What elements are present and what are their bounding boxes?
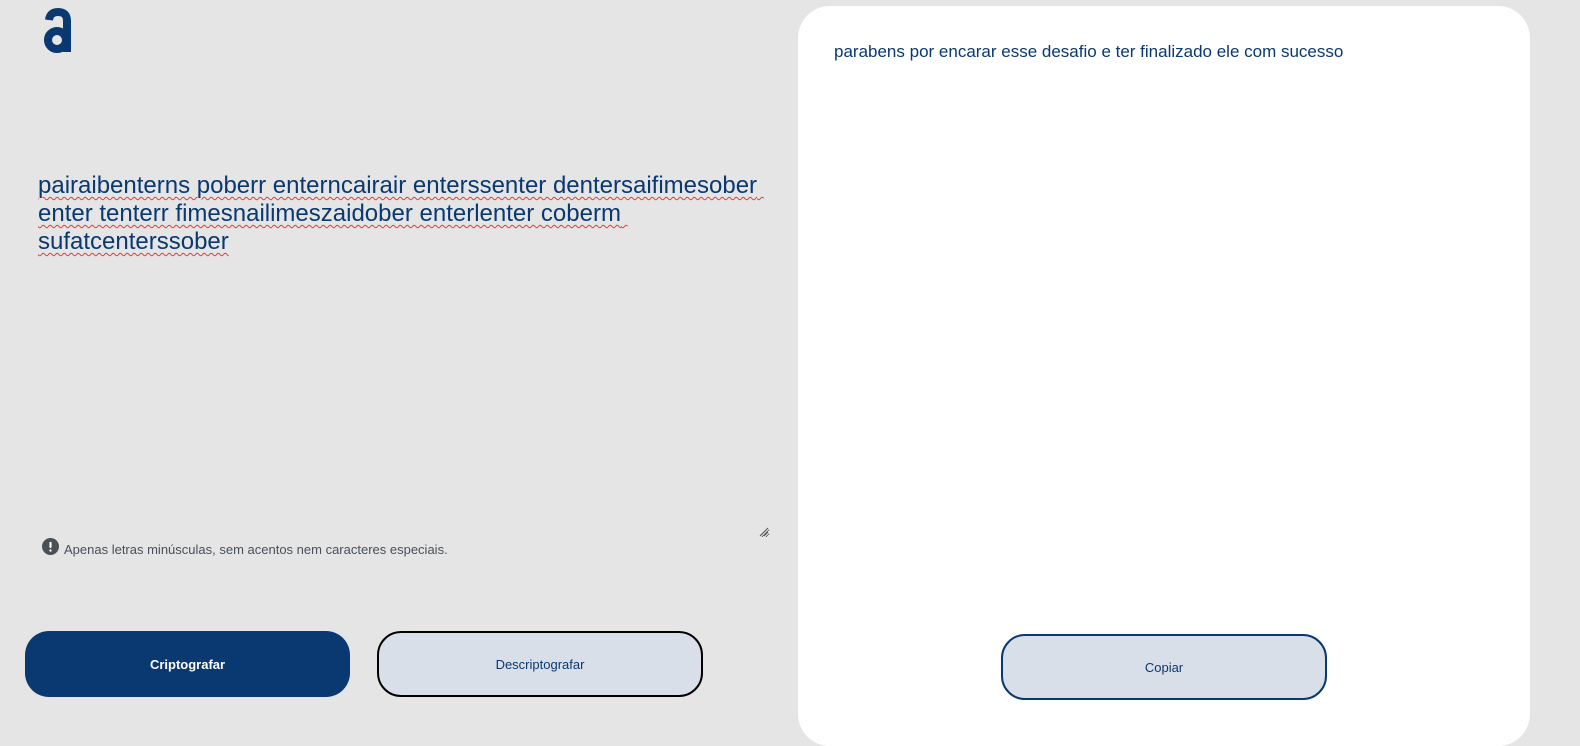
encrypt-button[interactable]: Criptografar xyxy=(25,631,350,697)
notice-text: Apenas letras minúsculas, sem acentos ne… xyxy=(64,542,448,557)
exclamation-circle-icon xyxy=(42,538,59,555)
copy-button[interactable]: Copiar xyxy=(1001,634,1327,700)
resize-handle-icon[interactable] xyxy=(759,527,769,537)
text-input[interactable] xyxy=(28,168,770,538)
input-notice: Apenas letras minúsculas, sem acentos ne… xyxy=(42,538,448,557)
alura-logo-icon xyxy=(44,7,71,53)
decrypt-button[interactable]: Descriptografar xyxy=(377,631,703,697)
output-text: parabens por encarar esse desafio e ter … xyxy=(834,42,1344,61)
